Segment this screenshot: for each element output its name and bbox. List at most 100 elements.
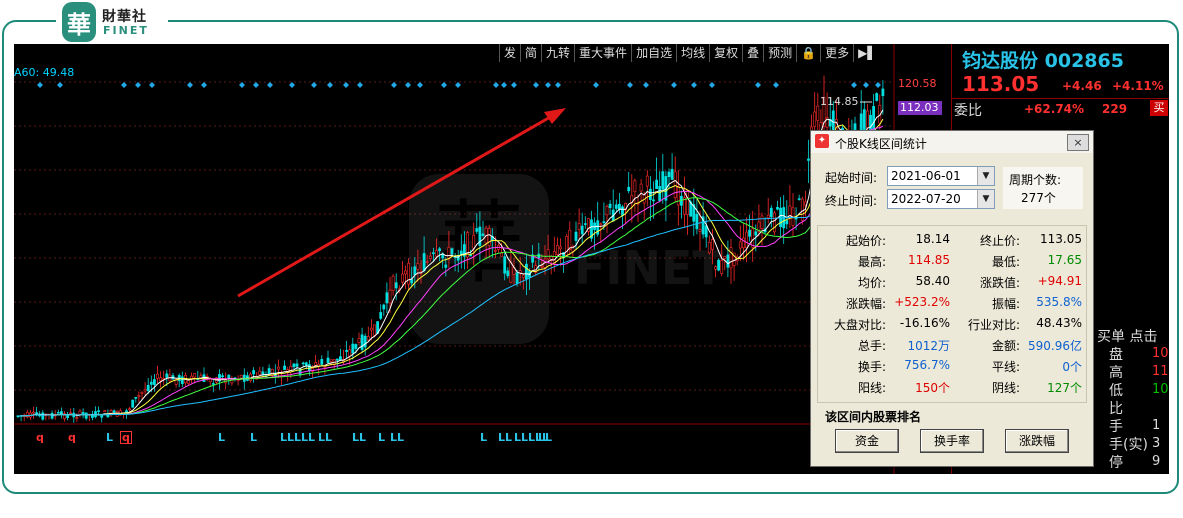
toolbar-events-button[interactable]: 重大事件	[574, 44, 631, 62]
candle-body	[710, 239, 714, 250]
candle-body	[25, 412, 29, 418]
candle-body	[202, 374, 206, 382]
candle-body	[515, 272, 519, 284]
end-time-select[interactable]: 2022-07-20 ▼	[887, 189, 995, 209]
candle-body	[379, 312, 383, 319]
toolbar-more-button[interactable]: 更多	[820, 44, 853, 62]
candle-body	[267, 368, 271, 375]
rank-change-button[interactable]: 涨跌幅	[1005, 429, 1069, 453]
candle-body	[131, 399, 135, 408]
stat-value: 150个	[915, 381, 950, 395]
stat-value: 17.65	[1047, 253, 1082, 267]
signal-l: LL	[318, 431, 333, 444]
axis-high-price: 120.58	[898, 77, 937, 90]
dialog-titlebar[interactable]: ✦ 个股K线区间统计 ×	[811, 131, 1093, 153]
stat-label: 最高:	[857, 255, 886, 269]
divider	[952, 98, 1169, 99]
rank-title: 该区间内股票排名	[825, 410, 922, 424]
candle-body	[816, 105, 820, 121]
candle-body	[444, 264, 448, 268]
candle-body	[555, 245, 559, 255]
signal-row: q q L q L L LLLLL LL LL L LL L LL LLLLL …	[36, 431, 556, 445]
candle-body	[707, 241, 711, 254]
signal-q: q	[68, 431, 76, 444]
candle-body	[723, 256, 727, 259]
close-icon[interactable]: ×	[1067, 134, 1089, 151]
quote-label: 高	[1109, 365, 1123, 381]
chevron-down-icon[interactable]: ▼	[977, 167, 994, 185]
toolbar-forecast-button[interactable]: 预测	[763, 44, 796, 62]
signal-diamond	[267, 82, 273, 88]
buy-button[interactable]: 买	[1150, 100, 1168, 116]
stats-grid: 起始价: 18.14 终止价: 113.05 最高: 114.85 最低: 17.65 均价: 5…	[817, 225, 1087, 403]
candle-body	[475, 228, 479, 232]
start-time-label: 起始时间:	[825, 171, 878, 185]
candle-body	[431, 252, 435, 254]
candle-body	[729, 247, 733, 269]
candle-body	[493, 250, 497, 252]
stat-value: 0个	[1062, 360, 1082, 374]
ma60-label: A60: 49.48	[14, 66, 75, 79]
signal-diamond	[201, 82, 207, 88]
toolbar-adjust-button[interactable]: 复权	[709, 44, 742, 62]
expand-panel-icon[interactable]: ▶▌	[853, 44, 880, 62]
toolbar-jiuzhuan-button[interactable]: 九转	[541, 44, 574, 62]
signal-diamond	[149, 82, 155, 88]
candle-body	[772, 212, 776, 233]
quote-num: 9	[1152, 454, 1161, 469]
candle-body	[239, 375, 243, 379]
peak-label: 114.85	[820, 95, 859, 108]
signal-diamond	[493, 82, 499, 88]
candle-body	[577, 223, 581, 230]
candle-body	[394, 282, 398, 289]
candle-body	[404, 270, 407, 275]
signal-diamond	[501, 82, 507, 88]
svg-text:FINET: FINET	[574, 241, 724, 295]
candle-body	[357, 338, 361, 344]
lock-icon[interactable]: 🔒	[796, 44, 820, 62]
candle-body	[803, 201, 807, 206]
candle-body	[410, 279, 414, 284]
candle-body	[438, 248, 442, 252]
stat-label: 最低:	[991, 255, 1020, 269]
toolbar-fa-button[interactable]: 发	[499, 44, 520, 62]
candle-body	[813, 111, 817, 127]
start-time-select[interactable]: 2021-06-01 ▼	[887, 166, 995, 186]
candle-body	[416, 263, 420, 270]
signal-l: L	[480, 431, 488, 444]
signal-diamond	[671, 82, 677, 88]
signal-diamond	[391, 82, 397, 88]
candle-body	[84, 412, 88, 419]
candle-body	[335, 358, 339, 361]
signal-q: q	[36, 431, 44, 444]
period-count-box: 周期个数: 277个	[1003, 167, 1083, 209]
rank-fund-button[interactable]: 资金	[835, 429, 899, 453]
signal-diamond	[311, 82, 317, 88]
candle-body	[655, 179, 659, 189]
candle-body	[766, 214, 770, 218]
toolbar-add-watch-button[interactable]: 加自选	[631, 44, 676, 62]
candle-body	[41, 412, 45, 420]
signal-diamond	[691, 82, 697, 88]
toolbar-ma-button[interactable]: 均线	[676, 44, 709, 62]
candle-body	[559, 246, 562, 250]
chevron-down-icon[interactable]: ▼	[977, 190, 994, 208]
stock-code: 002865	[1044, 50, 1124, 72]
toolbar-jian-button[interactable]: 简	[520, 44, 541, 62]
signal-diamond	[851, 82, 857, 88]
candle-body	[658, 186, 662, 201]
candle-body	[506, 270, 510, 277]
signal-diamond	[773, 82, 779, 88]
stat-value: 590.96亿	[1028, 339, 1082, 353]
candle-body	[776, 206, 779, 210]
candle-body	[143, 389, 147, 392]
candle-body	[103, 410, 107, 413]
candle-body	[627, 186, 631, 192]
rank-turnover-button[interactable]: 换手率	[920, 429, 984, 453]
signal-l: L	[250, 431, 258, 444]
stat-label: 金额:	[991, 339, 1020, 353]
toolbar-overlay-button[interactable]: 叠	[742, 44, 763, 62]
signal-diamond	[135, 82, 141, 88]
candle-body	[193, 373, 197, 378]
buy-order-tab[interactable]: 买单 点击	[1097, 326, 1157, 346]
